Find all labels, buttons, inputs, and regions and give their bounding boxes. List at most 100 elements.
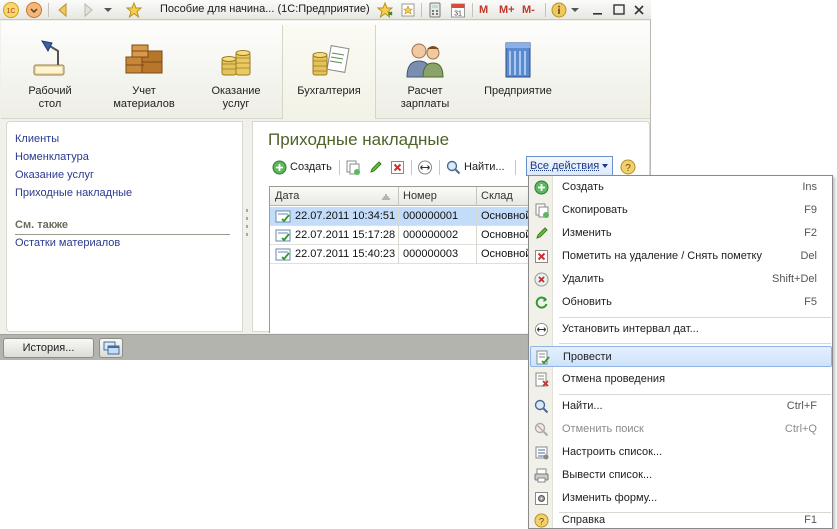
navigation-panel: Клиенты Номенклатура Оказание услуг Прих…	[6, 121, 243, 332]
menu-separator	[559, 317, 831, 318]
menu-item-post[interactable]: Провести	[530, 346, 832, 367]
table-row[interactable]: 22.07.2011 10:34:51 000000001 Основной	[270, 207, 548, 226]
menu-item-edit[interactable]: Изменить F2	[530, 223, 832, 244]
maximize-icon[interactable]	[612, 2, 626, 18]
find-button[interactable]: Найти...	[446, 158, 505, 176]
memory-minus-button[interactable]: M-	[522, 2, 535, 18]
nav-link-nomenclature[interactable]: Номенклатура	[15, 151, 89, 163]
see-also-heading: См. также	[15, 219, 68, 231]
column-header-warehouse[interactable]: Склад	[481, 190, 513, 202]
window-title: Пособие для начина... (1С:Предприятие)	[160, 3, 370, 15]
favorites-star-icon[interactable]	[126, 2, 142, 18]
svg-text:1С: 1С	[7, 8, 16, 15]
create-button[interactable]: Создать	[272, 158, 332, 176]
close-icon[interactable]	[632, 2, 646, 18]
section-payroll[interactable]: Расчет зарплаты	[383, 21, 467, 119]
menu-item-shortcut: Ctrl+Q	[784, 423, 817, 435]
unpost-document-icon	[535, 372, 549, 387]
cell-number: 000000002	[403, 229, 459, 241]
calendar-icon[interactable]: 31	[450, 2, 466, 18]
history-dropdown-icon[interactable]	[103, 2, 113, 18]
cell-number: 000000001	[403, 210, 459, 222]
section-label: Бухгалтерия	[297, 85, 361, 97]
panel-splitter[interactable]	[243, 121, 251, 332]
table-header: Дата Номер Склад	[270, 187, 548, 206]
find-label: Найти...	[464, 161, 505, 173]
menu-item-shortcut: F1	[804, 514, 817, 526]
1c-logo-icon[interactable]: 1С	[3, 2, 19, 18]
menu-item-label: Обновить	[562, 296, 612, 308]
menu-item-date-interval[interactable]: Установить интервал дат...	[530, 319, 832, 340]
menu-item-print-list[interactable]: Вывести список...	[530, 465, 832, 486]
menu-item-refresh[interactable]: Обновить F5	[530, 292, 832, 313]
section-accounting[interactable]: Бухгалтерия	[282, 25, 376, 119]
documents-table[interactable]: Дата Номер Склад 22.07.2011 10:34:51 000…	[269, 186, 549, 333]
menu-item-label: Изменить	[562, 227, 612, 239]
refresh-icon	[535, 296, 548, 309]
section-desktop[interactable]: Рабочий стол	[8, 21, 92, 119]
windows-button[interactable]	[99, 338, 123, 358]
calculator-icon[interactable]	[427, 2, 443, 18]
info-icon[interactable]	[551, 2, 567, 18]
coins-document-icon	[312, 45, 350, 76]
column-header-date[interactable]: Дата	[275, 190, 299, 202]
copy-icon	[346, 160, 360, 175]
bookmark-icon[interactable]	[400, 2, 416, 18]
copy-button[interactable]	[345, 158, 360, 176]
section-enterprise[interactable]: Предприятие	[476, 21, 560, 119]
menu-item-create[interactable]: Создать Ins	[530, 177, 832, 198]
memory-m-button[interactable]: M	[479, 2, 488, 18]
nav-link-receipts[interactable]: Приходные накладные	[15, 187, 132, 199]
pencil-icon	[370, 160, 382, 173]
section-label: Рабочий стол	[28, 85, 72, 110]
add-favorite-icon[interactable]	[377, 2, 393, 18]
forward-arrow-icon[interactable]	[80, 2, 96, 18]
nav-link-services[interactable]: Оказание услуг	[15, 169, 94, 181]
minimize-icon[interactable]	[591, 2, 605, 18]
table-row[interactable]: 22.07.2011 15:17:28 000000002 Основной	[270, 226, 548, 245]
main-menu-icon[interactable]	[26, 2, 42, 18]
nav-link-stock-balance[interactable]: Остатки материалов	[15, 237, 120, 249]
date-interval-button[interactable]	[417, 158, 433, 176]
section-materials[interactable]: Учет материалов	[102, 21, 186, 119]
plus-green-icon	[272, 160, 287, 174]
menu-item-change-form[interactable]: Изменить форму...	[530, 488, 832, 509]
memory-plus-button[interactable]: M+	[499, 2, 515, 18]
find-icon	[534, 399, 549, 414]
menu-item-label: Отменить поиск	[562, 423, 644, 435]
history-button[interactable]: История...	[3, 338, 94, 358]
all-actions-label: Все действия	[530, 160, 600, 172]
back-arrow-icon[interactable]	[55, 2, 71, 18]
menu-item-label: Создать	[562, 181, 604, 193]
menu-item-find[interactable]: Найти... Ctrl+F	[530, 396, 832, 417]
menu-item-shortcut: F2	[804, 227, 817, 239]
svg-text:31: 31	[454, 11, 462, 18]
column-header-number[interactable]: Номер	[403, 190, 437, 202]
menu-item-shortcut: Ctrl+F	[786, 400, 817, 412]
date-interval-icon	[534, 322, 549, 337]
mark-delete-button[interactable]	[390, 158, 405, 176]
menu-item-cancel-search[interactable]: Отменить поиск Ctrl+Q	[530, 419, 832, 440]
menu-item-unpost[interactable]: Отмена проведения	[530, 369, 832, 390]
menu-item-label: Пометить на удаление / Снять пометку	[562, 250, 762, 262]
table-row[interactable]: 22.07.2011 15:40:23 000000003 Основной	[270, 245, 548, 264]
section-services[interactable]: Оказание услуг	[194, 21, 278, 119]
menu-item-mark-delete[interactable]: Пометить на удаление / Снять пометку Del	[530, 246, 832, 267]
menu-separator	[559, 394, 831, 395]
building-icon	[505, 42, 531, 78]
edit-button[interactable]	[368, 158, 383, 176]
cell-date: 22.07.2011 15:40:23	[295, 248, 396, 260]
menu-item-delete[interactable]: Удалить Shift+Del	[530, 269, 832, 290]
menu-item-label: Провести	[563, 351, 612, 363]
menu-item-configure-list[interactable]: Настроить список...	[530, 442, 832, 463]
all-actions-menu: Создать Ins Скопировать F9 Изменить F2 П…	[528, 175, 833, 529]
help-button[interactable]: ?	[620, 158, 636, 176]
svg-text:?: ?	[625, 163, 631, 174]
menu-separator	[559, 343, 831, 344]
menu-item-label: Изменить форму...	[562, 492, 658, 504]
info-dropdown-icon[interactable]	[570, 2, 580, 18]
nav-link-clients[interactable]: Клиенты	[15, 133, 59, 145]
menu-item-copy[interactable]: Скопировать F9	[530, 200, 832, 221]
all-actions-button[interactable]: Все действия	[526, 156, 614, 176]
menu-item-help[interactable]: ? Справка F1	[530, 511, 832, 529]
